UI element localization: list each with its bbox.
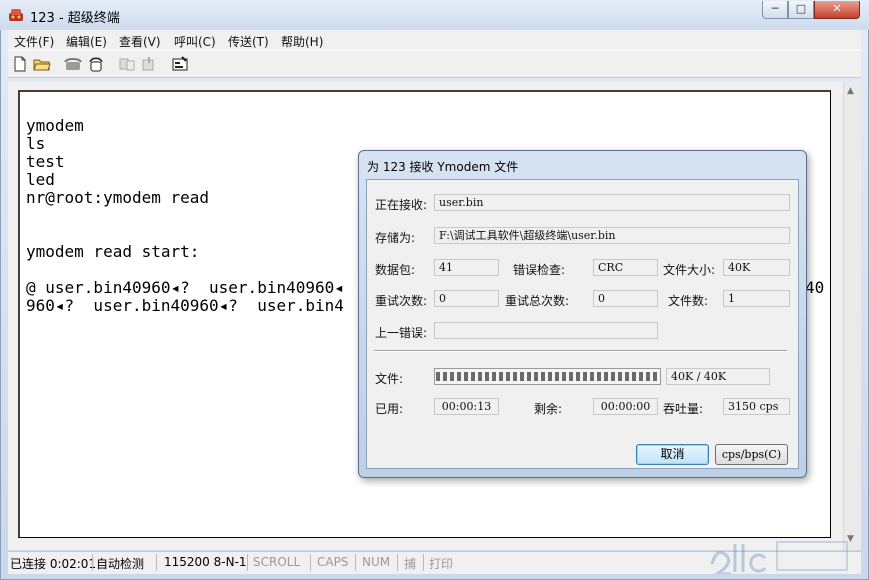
terminal-line: @ user.bin40960◂? user.bin40960◂ bbox=[26, 278, 344, 297]
remaining-field: 00:00:00 bbox=[593, 398, 658, 415]
status-port: 115200 8-N-1 bbox=[164, 555, 247, 569]
dialog-title: 为 123 接收 Ymodem 文件 bbox=[367, 160, 519, 174]
status-separator bbox=[355, 554, 356, 571]
status-separator bbox=[310, 554, 311, 571]
status-scroll: SCROLL bbox=[253, 555, 301, 569]
disconnect-icon[interactable] bbox=[87, 56, 105, 72]
elapsed-label: 已用: bbox=[375, 402, 404, 416]
file-size-field: 40K bbox=[723, 259, 790, 276]
open-folder-icon[interactable] bbox=[33, 56, 51, 72]
status-print: 打印 bbox=[429, 557, 454, 571]
retries-label: 重试次数: bbox=[375, 294, 428, 308]
terminal-line: led bbox=[26, 170, 55, 189]
menu-edit[interactable]: 编辑(E) bbox=[66, 33, 107, 50]
terminal-line: ymodem read start: bbox=[26, 242, 200, 261]
menu-bar: 文件(F) 编辑(E) 查看(V) 呼叫(C) 传送(T) 帮助(H) bbox=[8, 30, 861, 50]
file-size-label: 文件大小: bbox=[663, 263, 716, 277]
status-connected: 已连接 0:02:01 bbox=[10, 557, 97, 571]
progress-text-field: 40K / 40K bbox=[666, 368, 770, 385]
status-separator bbox=[423, 554, 424, 571]
last-error-field bbox=[434, 322, 658, 339]
maximize-button[interactable]: □ bbox=[788, 1, 814, 19]
terminal-line: nr@root:ymodem read bbox=[26, 188, 210, 207]
file-count-field: 1 bbox=[723, 290, 790, 307]
status-separator bbox=[247, 554, 248, 571]
send-icon[interactable] bbox=[118, 56, 136, 72]
vertical-scrollbar[interactable]: ▲ ▼ bbox=[843, 82, 861, 550]
throughput-label: 吞吐量: bbox=[663, 402, 704, 416]
cancel-button[interactable]: 取消 bbox=[636, 444, 709, 465]
save-as-field: F:\调试工具软件\超级终端\user.bin bbox=[434, 227, 790, 244]
status-capture: 捕 bbox=[404, 557, 417, 571]
phone-icon[interactable] bbox=[64, 56, 82, 72]
last-error-label: 上一错误: bbox=[375, 326, 428, 340]
status-caps: CAPS bbox=[317, 555, 349, 569]
hyperterminal-app-icon bbox=[9, 9, 23, 21]
watermark-logo bbox=[710, 541, 848, 574]
window-title: 123 - 超级终端 bbox=[30, 11, 120, 26]
status-separator bbox=[397, 554, 398, 571]
elapsed-field: 00:00:13 bbox=[434, 398, 499, 415]
terminal-overflow-text: 40 bbox=[805, 278, 825, 297]
menu-help[interactable]: 帮助(H) bbox=[281, 33, 323, 50]
ymodem-receive-dialog: 为 123 接收 Ymodem 文件 正在接收: user.bin 存储为: F… bbox=[358, 150, 807, 478]
file-progress-bar bbox=[434, 368, 661, 385]
dialog-divider bbox=[374, 350, 787, 352]
receiving-field: user.bin bbox=[434, 194, 790, 211]
minimize-button[interactable]: ─ bbox=[762, 1, 788, 19]
error-check-label: 错误检查: bbox=[513, 263, 566, 277]
save-as-label: 存储为: bbox=[375, 231, 416, 245]
packet-label: 数据包: bbox=[375, 263, 416, 277]
menu-call[interactable]: 呼叫(C) bbox=[174, 33, 216, 50]
status-detect: 自动检测 bbox=[96, 557, 145, 571]
status-separator bbox=[92, 554, 93, 571]
status-num: NUM bbox=[362, 555, 391, 569]
file-progress-label: 文件: bbox=[375, 372, 404, 386]
status-separator bbox=[156, 554, 157, 571]
receiving-label: 正在接收: bbox=[375, 198, 428, 212]
terminal-line: 960◂? user.bin40960◂? user.bin4 bbox=[26, 296, 344, 315]
toolbar bbox=[8, 50, 861, 78]
terminal-line: ymodem bbox=[26, 116, 84, 135]
total-retries-label: 重试总次数: bbox=[505, 294, 570, 308]
progress-fill bbox=[436, 372, 659, 381]
terminal-line: ls bbox=[26, 134, 46, 153]
title-bar[interactable]: 123 - 超级终端 ─ □ ✕ bbox=[0, 0, 869, 30]
packet-field: 41 bbox=[434, 259, 499, 276]
throughput-field: 3150 cps bbox=[723, 398, 790, 415]
receive-icon[interactable] bbox=[140, 56, 158, 72]
file-count-label: 文件数: bbox=[668, 294, 709, 308]
close-button[interactable]: ✕ bbox=[814, 1, 860, 19]
menu-file[interactable]: 文件(F) bbox=[14, 33, 54, 50]
dialog-body: 正在接收: user.bin 存储为: F:\调试工具软件\超级终端\user.… bbox=[366, 179, 799, 469]
terminal-line: test bbox=[26, 152, 65, 171]
total-retries-field: 0 bbox=[593, 290, 658, 307]
menu-view[interactable]: 查看(V) bbox=[119, 33, 161, 50]
error-check-field: CRC bbox=[593, 259, 658, 276]
new-file-icon[interactable] bbox=[12, 56, 30, 72]
properties-icon[interactable] bbox=[171, 56, 189, 72]
retries-field: 0 bbox=[434, 290, 499, 307]
remaining-label: 剩余: bbox=[534, 402, 563, 416]
menu-transfer[interactable]: 传送(T) bbox=[228, 33, 269, 50]
cps-bps-toggle-button[interactable]: cps/bps(C) bbox=[715, 444, 788, 465]
scroll-up-arrow-icon[interactable]: ▲ bbox=[847, 86, 854, 96]
